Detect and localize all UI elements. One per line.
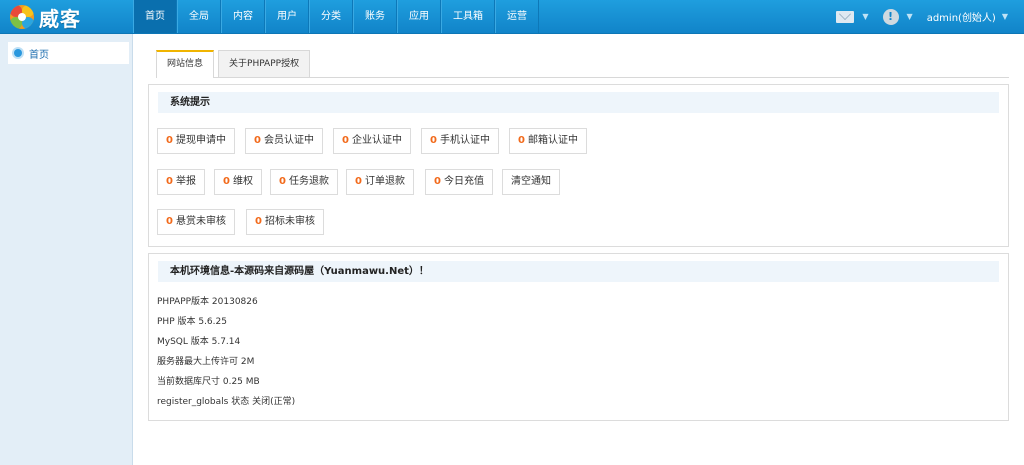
logo[interactable]: 威客	[10, 4, 130, 31]
sidebar-item-label: 首页	[29, 49, 49, 61]
main-nav: 首页 全局 内容 用户 分类 账务 应用 工具箱 运营	[133, 0, 539, 33]
nav-finance[interactable]: 账务	[353, 0, 397, 33]
nav-users[interactable]: 用户	[265, 0, 309, 33]
panel-title: 本机环境信息-本源码来自源码屋（Yuanmawu.Net）！	[158, 261, 999, 282]
chevron-down-icon[interactable]: ▼	[862, 12, 868, 21]
sidebar-item-home[interactable]: 首页	[8, 42, 129, 64]
stat-company-verify[interactable]: 0 企业认证中	[333, 128, 411, 154]
nav-apps[interactable]: 应用	[397, 0, 441, 33]
nav-operations[interactable]: 运营	[495, 0, 539, 33]
panel-title: 系统提示	[158, 92, 999, 113]
stat-order-refund[interactable]: 0 订单退款	[346, 169, 414, 195]
info-php: PHP 版本 5.6.25	[157, 317, 227, 327]
top-bar: 威客 首页 全局 内容 用户 分类 账务 应用 工具箱 运营 ▼ ! ▼ adm…	[0, 0, 1024, 34]
sidebar: 首页	[0, 34, 133, 465]
stat-email-verify[interactable]: 0 邮箱认证中	[509, 128, 587, 154]
nav-home[interactable]: 首页	[133, 0, 177, 33]
nav-content[interactable]: 内容	[221, 0, 265, 33]
nav-toolbox[interactable]: 工具箱	[441, 0, 495, 33]
stat-rights[interactable]: 0 维权	[214, 169, 262, 195]
stat-phone-verify[interactable]: 0 手机认证中	[421, 128, 499, 154]
mail-icon[interactable]	[836, 10, 855, 23]
user-menu[interactable]: admin(创始人)	[927, 9, 996, 24]
stat-report[interactable]: 0 举报	[157, 169, 205, 195]
info-register-globals: register_globals 状态 关闭(正常)	[157, 397, 296, 407]
info-mysql: MySQL 版本 5.7.14	[157, 337, 241, 347]
stat-bid-unreviewed[interactable]: 0 招标未审核	[246, 209, 324, 235]
top-right-tools: ▼ ! ▼ admin(创始人) ▼	[836, 0, 1008, 33]
brand-name: 威客	[39, 6, 81, 31]
info-version: PHPAPP版本 20130826	[157, 297, 258, 307]
system-tips-panel: 系统提示 0 提现申请中 0 会员认证中 0 企业认证中 0 手机认证中 0 邮箱认证中 …	[148, 84, 1009, 247]
stat-task-refund[interactable]: 0 任务退款	[270, 169, 338, 195]
info-db-size: 当前数据库尺寸 0.25 MB	[157, 377, 260, 387]
environment-info-panel: 本机环境信息-本源码来自源码屋（Yuanmawu.Net）！ PHPAPP版本 …	[148, 253, 1009, 421]
chevron-down-icon[interactable]: ▼	[907, 12, 913, 21]
info-upload-limit: 服务器最大上传许可 2M	[157, 357, 255, 367]
tab-license[interactable]: 关于PHPAPP授权	[218, 50, 311, 77]
nav-global[interactable]: 全局	[177, 0, 221, 33]
stat-reward-unreviewed[interactable]: 0 悬赏未审核	[157, 209, 235, 235]
bullet-icon	[14, 49, 22, 57]
chevron-down-icon[interactable]: ▼	[1002, 12, 1008, 21]
tab-bar: 网站信息 关于PHPAPP授权	[156, 50, 1009, 78]
tab-site-info[interactable]: 网站信息	[156, 50, 215, 78]
stat-withdraw-pending[interactable]: 0 提现申请中	[157, 128, 235, 154]
nav-category[interactable]: 分类	[309, 0, 353, 33]
logo-icon	[10, 5, 34, 29]
stat-member-verify[interactable]: 0 会员认证中	[245, 128, 323, 154]
alert-icon[interactable]: !	[882, 8, 899, 25]
clear-notifications-button[interactable]: 清空通知	[502, 169, 560, 195]
stat-today-recharge[interactable]: 0 今日充值	[425, 169, 493, 195]
